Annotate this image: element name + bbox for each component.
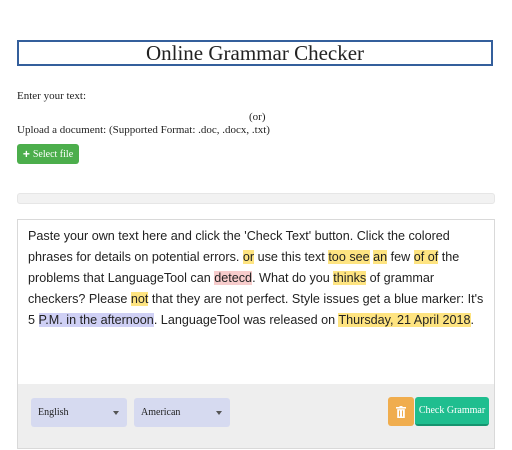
or-separator: (or) xyxy=(249,111,266,123)
upload-document-label: Upload a document: (Supported Format: .d… xyxy=(17,124,270,136)
editor-text-segment: . What do you xyxy=(252,271,334,285)
editor-content[interactable]: Paste your own text here and click the '… xyxy=(28,226,488,331)
grammar-error-marker[interactable]: thinks xyxy=(333,271,367,285)
select-file-button[interactable]: + Select file xyxy=(17,144,79,164)
chevron-down-icon xyxy=(113,411,119,415)
page-title-text: Online Grammar Checker xyxy=(145,40,365,65)
clear-text-button[interactable] xyxy=(388,397,414,426)
language-select[interactable]: English xyxy=(31,398,127,427)
style-error-marker[interactable]: P.M. in the afternoon xyxy=(38,313,154,327)
page-title: Online Grammar Checker xyxy=(17,40,493,66)
chevron-down-icon xyxy=(216,411,222,415)
grammar-error-marker[interactable]: not xyxy=(130,292,149,306)
grammar-error-marker[interactable]: or xyxy=(242,250,255,264)
variant-select-value: American xyxy=(141,407,181,418)
editor-text-segment: few xyxy=(387,250,414,264)
editor-text-segment: use this text xyxy=(254,250,329,264)
editor-text-segment: . xyxy=(470,313,475,327)
enter-text-label: Enter your text: xyxy=(17,90,87,102)
variant-select[interactable]: American xyxy=(134,398,230,427)
plus-icon: + xyxy=(22,147,30,161)
upload-progress-bar xyxy=(17,193,495,204)
check-grammar-label: Check Grammar xyxy=(418,405,486,416)
editor-text-segment: . LanguageTool was released on xyxy=(153,313,339,327)
text-editor[interactable]: Paste your own text here and click the '… xyxy=(17,219,495,449)
grammar-error-marker[interactable]: too see xyxy=(328,250,370,264)
editor-toolbar: English American Check Grammar xyxy=(18,384,494,448)
check-grammar-button[interactable]: Check Grammar xyxy=(415,397,489,426)
grammar-error-marker[interactable]: of of xyxy=(413,250,439,264)
language-select-value: English xyxy=(38,407,69,418)
select-file-label: Select file xyxy=(32,148,74,160)
grammar-error-marker[interactable]: an xyxy=(373,250,388,264)
trash-icon xyxy=(396,405,406,418)
grammar-error-marker[interactable]: Thursday, 21 April 2018 xyxy=(338,313,471,327)
spell-error-marker[interactable]: detecd xyxy=(214,271,253,285)
